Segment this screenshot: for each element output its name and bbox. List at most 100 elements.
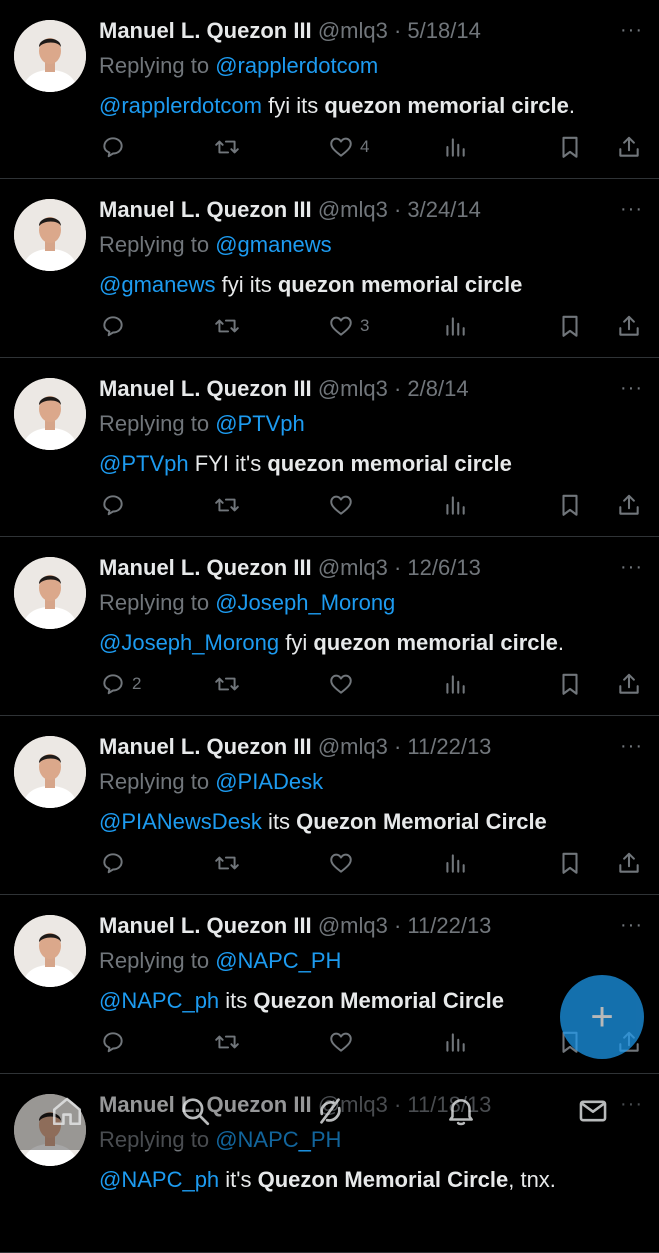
tweet-date[interactable]: 5/18/14 bbox=[407, 18, 480, 43]
tweet-text: @NAPC_ph it's Quezon Memorial Circle, tn… bbox=[99, 1166, 639, 1194]
share-button[interactable] bbox=[616, 309, 642, 343]
tweet-card[interactable]: Manuel L. Quezon III @mlq3 · 11/22/13 ··… bbox=[0, 716, 659, 895]
retweet-button[interactable] bbox=[214, 488, 246, 522]
compose-button[interactable]: + bbox=[560, 975, 644, 1059]
like-button[interactable]: 4 bbox=[328, 130, 369, 164]
tweet-date[interactable]: 12/6/13 bbox=[407, 555, 480, 580]
search-icon[interactable] bbox=[178, 1094, 212, 1128]
bookmark-button[interactable] bbox=[557, 488, 583, 522]
reply-button[interactable] bbox=[100, 130, 132, 164]
mention-link[interactable]: @Joseph_Morong bbox=[99, 630, 279, 655]
replying-to-link[interactable]: @rapplerdotcom bbox=[215, 53, 378, 78]
author-name[interactable]: Manuel L. Quezon III bbox=[99, 913, 312, 938]
text-pre: its bbox=[261, 809, 297, 834]
avatar[interactable] bbox=[14, 557, 86, 629]
retweet-button[interactable] bbox=[214, 846, 246, 880]
avatar[interactable] bbox=[14, 736, 86, 808]
retweet-button[interactable] bbox=[214, 130, 246, 164]
more-options-icon[interactable]: ··· bbox=[620, 736, 643, 756]
like-button[interactable] bbox=[328, 1025, 360, 1059]
author-handle[interactable]: @mlq3 bbox=[318, 18, 388, 43]
more-options-icon[interactable]: ··· bbox=[620, 199, 643, 219]
avatar-portrait-icon bbox=[14, 20, 86, 92]
tweet-card[interactable]: Manuel L. Quezon III @mlq3 · 11/22/13 ··… bbox=[0, 895, 659, 1074]
replying-to-link[interactable]: @Joseph_Morong bbox=[215, 590, 395, 615]
views-button[interactable] bbox=[442, 130, 468, 164]
views-button[interactable] bbox=[442, 488, 468, 522]
share-button[interactable] bbox=[616, 488, 642, 522]
reply-button[interactable] bbox=[100, 309, 132, 343]
replying-to-link[interactable]: @NAPC_PH bbox=[215, 948, 341, 973]
reply-button[interactable] bbox=[100, 1025, 132, 1059]
reply-icon bbox=[103, 137, 123, 158]
more-options-icon[interactable]: ··· bbox=[620, 20, 643, 40]
author-handle[interactable]: @mlq3 bbox=[318, 734, 388, 759]
avatar[interactable] bbox=[14, 378, 86, 450]
author-name[interactable]: Manuel L. Quezon III bbox=[99, 18, 312, 43]
tweet-date[interactable]: 3/24/14 bbox=[407, 197, 480, 222]
more-options-icon[interactable]: ··· bbox=[620, 915, 643, 935]
bookmark-button[interactable] bbox=[557, 309, 583, 343]
tweet-date[interactable]: 11/22/13 bbox=[407, 734, 491, 759]
tweet-date[interactable]: 11/22/13 bbox=[407, 913, 491, 938]
bell-icon[interactable] bbox=[444, 1094, 478, 1128]
bookmark-button[interactable] bbox=[557, 846, 583, 880]
bookmark-button[interactable] bbox=[557, 130, 583, 164]
mail-icon[interactable] bbox=[576, 1094, 610, 1128]
avatar[interactable] bbox=[14, 199, 86, 271]
grok-icon[interactable] bbox=[313, 1094, 347, 1128]
share-button[interactable] bbox=[616, 130, 642, 164]
views-button[interactable] bbox=[442, 667, 468, 701]
share-icon bbox=[619, 852, 639, 873]
bookmark-button[interactable] bbox=[557, 667, 583, 701]
author-name[interactable]: Manuel L. Quezon III bbox=[99, 555, 312, 580]
tweet-date[interactable]: 2/8/14 bbox=[407, 376, 468, 401]
replying-to-link[interactable]: @PTVph bbox=[215, 411, 305, 436]
reply-button[interactable] bbox=[100, 488, 132, 522]
views-button[interactable] bbox=[442, 309, 468, 343]
mention-link[interactable]: @NAPC_ph bbox=[99, 1167, 219, 1192]
mention-link[interactable]: @rapplerdotcom bbox=[99, 93, 262, 118]
tweet-card[interactable]: Manuel L. Quezon III @mlq3 · 12/6/13 ···… bbox=[0, 537, 659, 716]
more-options-icon[interactable]: ··· bbox=[620, 378, 643, 398]
avatar[interactable] bbox=[14, 20, 86, 92]
author-handle[interactable]: @mlq3 bbox=[318, 913, 388, 938]
replying-to: Replying to @gmanews bbox=[99, 232, 332, 258]
text-pre: FYI it's bbox=[188, 451, 268, 476]
replying-to-link[interactable]: @PIADesk bbox=[215, 769, 323, 794]
like-button[interactable] bbox=[328, 667, 360, 701]
author-name[interactable]: Manuel L. Quezon III bbox=[99, 376, 312, 401]
views-button[interactable] bbox=[442, 846, 468, 880]
tweet-header: Manuel L. Quezon III @mlq3 · 11/22/13 bbox=[99, 913, 599, 939]
home-icon[interactable] bbox=[50, 1094, 84, 1128]
views-button[interactable] bbox=[442, 1025, 468, 1059]
share-button[interactable] bbox=[616, 846, 642, 880]
more-options-icon[interactable]: ··· bbox=[620, 557, 643, 577]
avatar[interactable] bbox=[14, 915, 86, 987]
bookmark-icon bbox=[562, 136, 578, 158]
like-button[interactable] bbox=[328, 846, 360, 880]
reply-button[interactable] bbox=[100, 846, 132, 880]
author-handle[interactable]: @mlq3 bbox=[318, 197, 388, 222]
author-name[interactable]: Manuel L. Quezon III bbox=[99, 197, 312, 222]
retweet-button[interactable] bbox=[214, 309, 246, 343]
author-handle[interactable]: @mlq3 bbox=[318, 376, 388, 401]
author-handle[interactable]: @mlq3 bbox=[318, 555, 388, 580]
replying-to-link[interactable]: @gmanews bbox=[215, 232, 332, 257]
tweet-card[interactable]: Manuel L. Quezon III @mlq3 · 5/18/14 ···… bbox=[0, 0, 659, 179]
tweet-card[interactable]: Manuel L. Quezon III @mlq3 · 3/24/14 ···… bbox=[0, 179, 659, 358]
reply-button[interactable]: 2 bbox=[100, 667, 141, 701]
mention-link[interactable]: @PTVph bbox=[99, 451, 189, 476]
views-icon bbox=[446, 675, 465, 694]
mention-link[interactable]: @PIANewsDesk bbox=[99, 809, 262, 834]
mention-link[interactable]: @gmanews bbox=[99, 272, 216, 297]
like-button[interactable]: 3 bbox=[328, 309, 369, 343]
like-button[interactable] bbox=[328, 488, 360, 522]
share-button[interactable] bbox=[616, 667, 642, 701]
retweet-button[interactable] bbox=[214, 1025, 246, 1059]
author-name[interactable]: Manuel L. Quezon III bbox=[99, 734, 312, 759]
retweet-button[interactable] bbox=[214, 667, 246, 701]
mention-link[interactable]: @NAPC_ph bbox=[99, 988, 219, 1013]
tweet-card[interactable]: Manuel L. Quezon III @mlq3 · 2/8/14 ··· … bbox=[0, 358, 659, 537]
share-icon bbox=[619, 136, 639, 157]
